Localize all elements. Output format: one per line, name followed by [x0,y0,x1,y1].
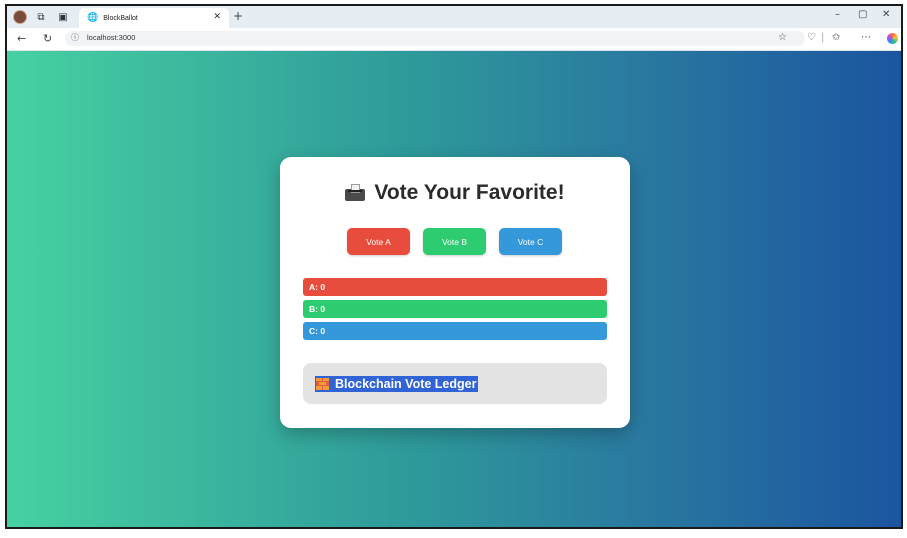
back-icon[interactable]: ← [17,32,26,45]
address-bar: ← ↻ ⓘ localhost:3000 ☆ ♡ | ✩ ⋯ [7,28,901,51]
new-tab-icon[interactable]: + [233,9,243,23]
info-icon[interactable]: ⓘ [71,32,79,43]
voting-card: Vote Your Favorite! Vote A Vote B Vote C… [280,157,630,428]
tab-blockballot[interactable]: 🌐 BlockBallot ✕ [79,8,229,28]
page-title-text: Vote Your Favorite! [374,181,565,204]
close-tab-icon[interactable]: ✕ [213,12,221,22]
workspaces-icon[interactable]: ⧉ [33,9,49,25]
toolbar-divider: | [821,32,825,43]
favorite-star-icon[interactable]: ☆ [778,32,787,43]
tally-bar-a: A: 0 [303,278,607,296]
vote-a-button[interactable]: Vote A [347,228,410,255]
tally-bar-c: C: 0 [303,322,607,340]
favorites-icon[interactable]: ✩ [832,32,840,43]
copilot-icon[interactable] [887,33,898,44]
globe-icon: 🌐 [87,13,99,23]
tab-bar: ⧉ ▣ 🌐 BlockBallot ✕ + – ▢ ✕ [7,6,901,28]
page-viewport: Vote Your Favorite! Vote A Vote B Vote C… [7,51,901,527]
tab-title: BlockBallot [103,14,138,22]
vote-b-button[interactable]: Vote B [423,228,486,255]
refresh-icon[interactable]: ↻ [43,32,52,45]
profile-avatar[interactable] [13,10,27,24]
brick-icon [316,378,329,390]
vote-c-button[interactable]: Vote C [499,228,562,255]
ballot-box-icon [345,184,366,201]
page-title: Vote Your Favorite! [280,181,630,205]
tally-bar-b: B: 0 [303,300,607,318]
ledger-title-text: Blockchain Vote Ledger [335,377,477,391]
close-window-icon[interactable]: ✕ [882,9,890,20]
url-text: localhost:3000 [87,33,136,42]
more-menu-icon[interactable]: ⋯ [861,32,871,43]
url-field[interactable]: ⓘ localhost:3000 [65,31,805,46]
vote-ledger-panel: Blockchain Vote Ledger [303,363,607,404]
browser-window: ⧉ ▣ 🌐 BlockBallot ✕ + – ▢ ✕ ← ↻ ⓘ localh… [5,4,903,529]
tab-actions-icon[interactable]: ▣ [55,9,71,25]
ledger-title: Blockchain Vote Ledger [315,376,479,392]
minimize-icon[interactable]: – [835,9,840,20]
restore-icon[interactable]: ▢ [858,9,867,20]
browser-essentials-icon[interactable]: ♡ [807,32,816,43]
